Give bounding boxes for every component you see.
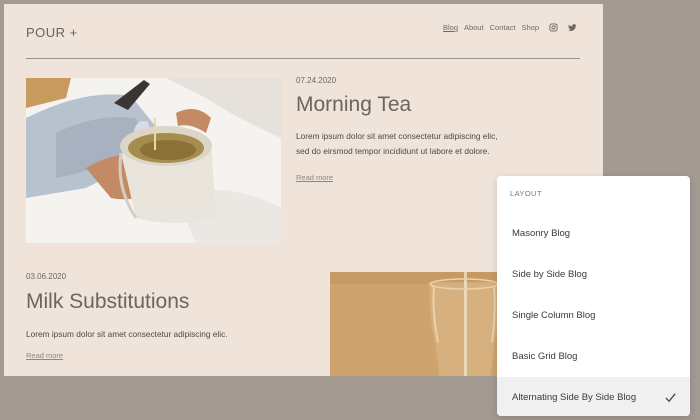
nav-shop[interactable]: Shop	[521, 23, 539, 32]
post-excerpt-line: Lorem ipsum dolor sit amet consectetur a…	[26, 329, 228, 339]
post-excerpt-line: sed do eirsmod tempor incididunt ut labo…	[296, 146, 490, 156]
layout-option-side-by-side[interactable]: Side by Side Blog	[497, 254, 690, 295]
post-date: 07.24.2020	[296, 76, 337, 85]
checkmark-icon	[665, 393, 676, 403]
post-excerpt: Lorem ipsum dolor sit amet consectetur a…	[296, 129, 576, 159]
nav-about[interactable]: About	[464, 23, 484, 32]
post-image-morning-tea[interactable]	[26, 78, 281, 243]
post-excerpt-line: Lorem ipsum dolor sit amet consectetur a…	[296, 131, 498, 141]
layout-option-label: Single Column Blog	[512, 310, 596, 321]
layout-option-alternating[interactable]: Alternating Side By Side Blog	[497, 377, 690, 416]
site-logo[interactable]: POUR +	[26, 25, 78, 40]
layout-option-label: Side by Side Blog	[512, 269, 587, 280]
layout-option-single-column[interactable]: Single Column Blog	[497, 295, 690, 336]
layout-option-label: Masonry Blog	[512, 228, 571, 239]
post-excerpt: Lorem ipsum dolor sit amet consectetur a…	[26, 327, 326, 342]
nav-blog[interactable]: Blog	[443, 23, 458, 32]
twitter-icon[interactable]	[568, 23, 577, 32]
post-image-milk-substitutions[interactable]	[330, 272, 500, 376]
read-more-link[interactable]: Read more	[26, 351, 63, 360]
nav-contact[interactable]: Contact	[490, 23, 516, 32]
post-milk-substitutions: 03.06.2020 Milk Substitutions Lorem ipsu…	[26, 272, 326, 363]
layout-option-basic-grid[interactable]: Basic Grid Blog	[497, 336, 690, 377]
post-date: 03.06.2020	[26, 272, 67, 281]
post-title[interactable]: Morning Tea	[296, 93, 576, 117]
layout-option-label: Alternating Side By Side Blog	[512, 392, 637, 403]
read-more-link[interactable]: Read more	[296, 173, 333, 182]
site-nav: Blog About Contact Shop	[443, 23, 577, 32]
instagram-icon[interactable]	[549, 23, 558, 32]
header-divider	[26, 58, 580, 59]
layout-option-masonry[interactable]: Masonry Blog	[497, 213, 690, 254]
layout-panel-header: LAYOUT	[510, 189, 542, 198]
post-morning-tea: 07.24.2020 Morning Tea Lorem ipsum dolor…	[296, 76, 576, 185]
post-title[interactable]: Milk Substitutions	[26, 290, 326, 314]
layout-panel: LAYOUT Masonry Blog Side by Side Blog Si…	[497, 176, 690, 416]
layout-option-label: Basic Grid Blog	[512, 351, 578, 362]
